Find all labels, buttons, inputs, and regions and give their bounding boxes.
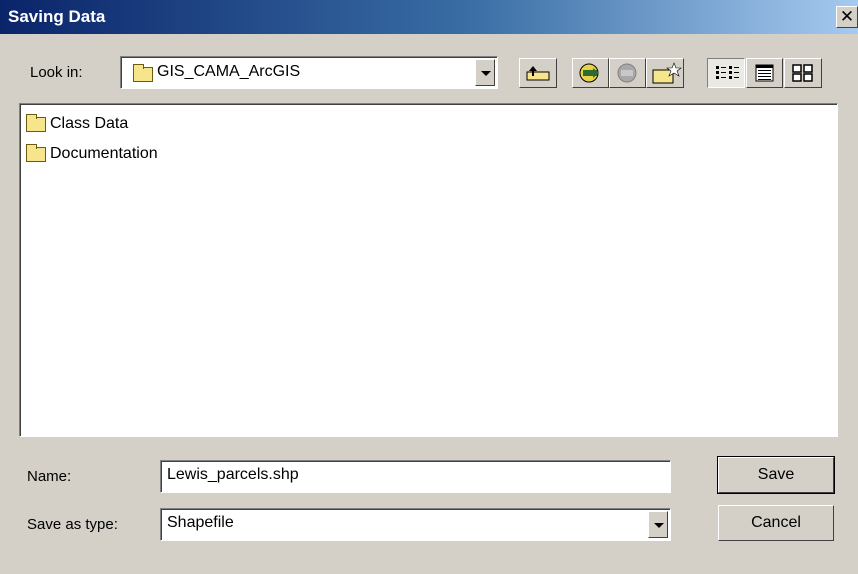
- chevron-down-icon[interactable]: [648, 511, 668, 538]
- connect-to-folder-icon: [579, 63, 599, 83]
- look-in-dropdown[interactable]: GIS_CAMA_ArcGIS: [120, 56, 498, 89]
- close-icon: ✕: [839, 7, 855, 26]
- file-name-value: Lewis_parcels.shp: [167, 466, 299, 483]
- chevron-down-icon[interactable]: [475, 59, 495, 86]
- up-one-level-icon: [526, 66, 550, 81]
- look-in-value: GIS_CAMA_ArcGIS: [157, 63, 301, 80]
- list-view-button[interactable]: [707, 58, 745, 88]
- save-as-type-value: Shapefile: [167, 514, 234, 531]
- up-one-level-button[interactable]: [519, 58, 557, 88]
- details-view-icon: [755, 64, 774, 82]
- list-item-label: Class Data: [50, 115, 129, 132]
- details-view-button[interactable]: [746, 58, 783, 88]
- look-in-label: Look in:: [30, 64, 83, 81]
- folder-icon: [26, 113, 46, 132]
- save-as-type-dropdown[interactable]: Shapefile: [160, 508, 671, 541]
- disconnect-folder-icon: [617, 63, 637, 83]
- close-button[interactable]: ✕: [836, 6, 858, 28]
- list-item[interactable]: Documentation: [26, 143, 158, 165]
- save-button[interactable]: Save: [718, 457, 834, 493]
- list-item-label: Documentation: [50, 145, 158, 162]
- list-view-icon: [716, 66, 739, 79]
- save-as-type-label: Save as type:: [27, 516, 118, 533]
- file-list[interactable]: Class Data Documentation: [19, 103, 838, 437]
- disconnect-folder-button[interactable]: [609, 58, 646, 88]
- thumbnails-view-icon: [792, 64, 813, 82]
- window-title: Saving Data: [8, 7, 106, 26]
- connect-to-folder-button[interactable]: [572, 58, 609, 88]
- file-name-input[interactable]: Lewis_parcels.shp: [160, 460, 671, 493]
- cancel-button-label: Cancel: [751, 514, 801, 531]
- new-folder-button[interactable]: [646, 58, 684, 88]
- thumbnails-view-button[interactable]: [784, 58, 822, 88]
- new-folder-icon: [652, 62, 682, 84]
- cancel-button[interactable]: Cancel: [718, 505, 834, 541]
- list-item[interactable]: Class Data: [26, 113, 128, 135]
- name-label: Name:: [27, 468, 72, 485]
- folder-icon: [26, 143, 46, 162]
- folder-icon: [133, 64, 153, 82]
- title-bar: Saving Data ✕: [0, 0, 858, 34]
- save-button-label: Save: [757, 466, 795, 483]
